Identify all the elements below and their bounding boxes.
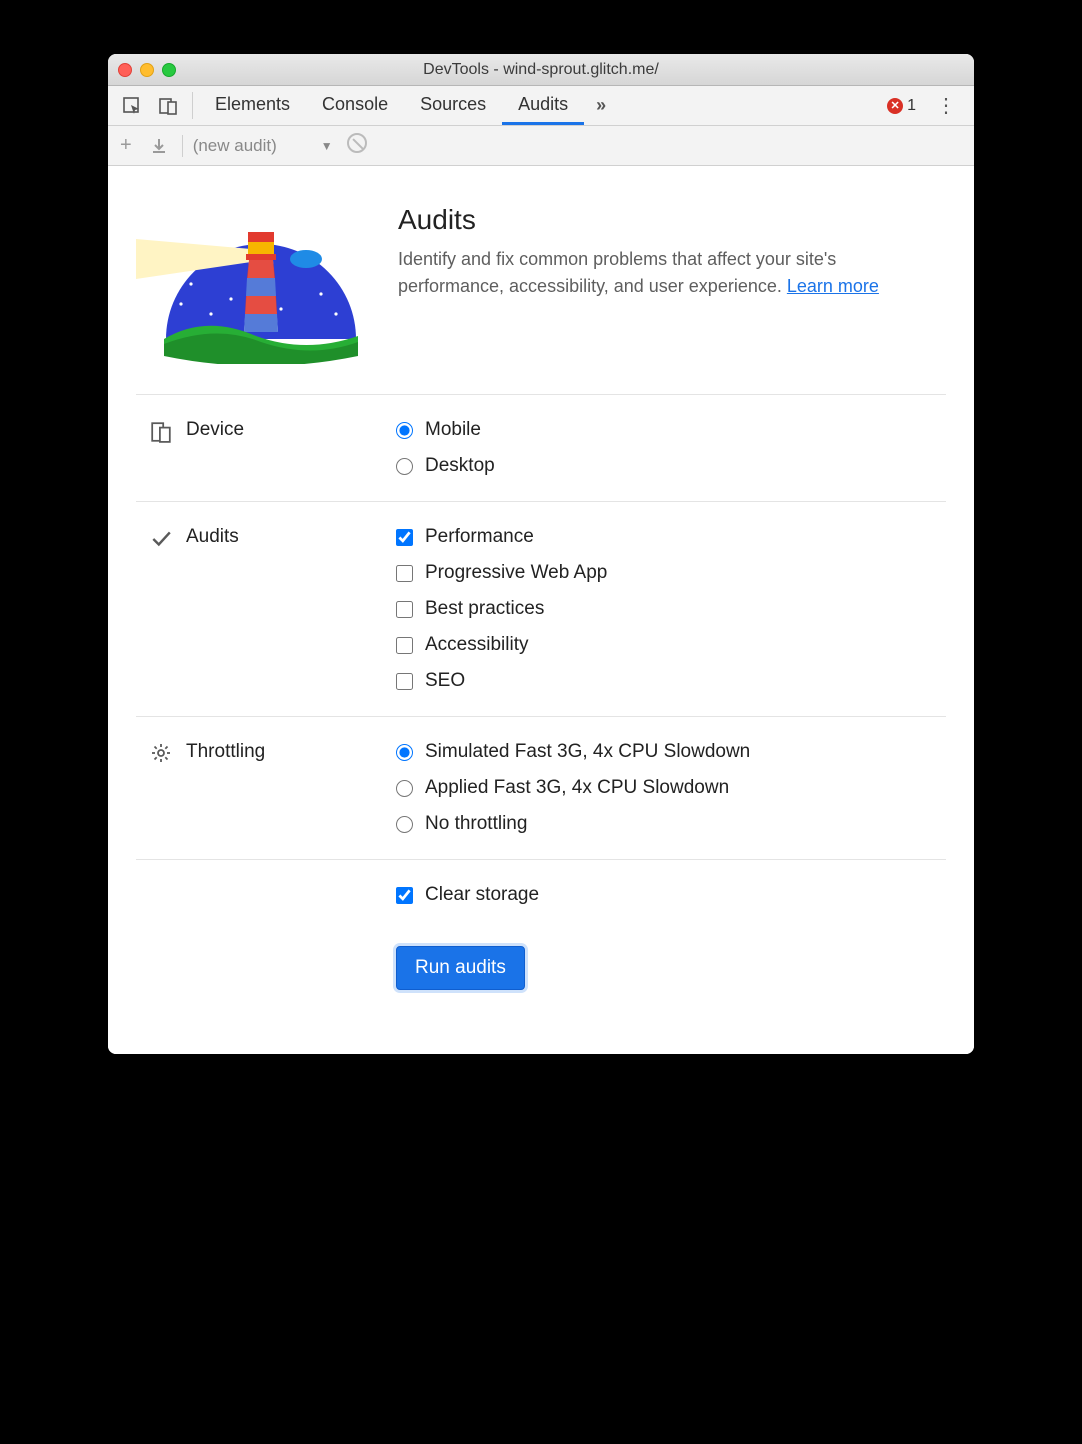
audits-label: Audits [186, 526, 239, 548]
throttling-option-none-label: No throttling [425, 813, 527, 835]
lighthouse-illustration [136, 204, 366, 364]
error-count: 1 [907, 97, 916, 115]
devtools-tabbar: Elements Console Sources Audits » ✕ 1 ⋮ [108, 86, 974, 126]
audit-option-accessibility[interactable]: Accessibility [396, 634, 946, 656]
audit-check-accessibility[interactable] [396, 637, 413, 654]
window-title: DevTools - wind-sprout.glitch.me/ [108, 61, 974, 79]
download-icon[interactable] [146, 137, 172, 155]
device-icon [150, 419, 172, 443]
tab-audits[interactable]: Audits [502, 86, 584, 125]
clear-storage-option[interactable]: Clear storage [396, 884, 946, 906]
page-title: Audits [398, 204, 946, 236]
maximize-button[interactable] [162, 63, 176, 77]
clear-icon[interactable] [343, 133, 371, 159]
section-device: Device Mobile Desktop [136, 394, 946, 501]
audit-selector-label: (new audit) [193, 136, 277, 156]
device-option-desktop[interactable]: Desktop [396, 455, 946, 477]
audit-option-accessibility-label: Accessibility [425, 634, 528, 656]
more-menu-icon[interactable]: ⋮ [924, 86, 968, 125]
throttling-option-simulated-label: Simulated Fast 3G, 4x CPU Slowdown [425, 741, 750, 763]
audit-check-pwa[interactable] [396, 565, 413, 582]
device-label: Device [186, 419, 244, 441]
throttling-option-applied[interactable]: Applied Fast 3G, 4x CPU Slowdown [396, 777, 946, 799]
check-icon [150, 526, 172, 550]
device-radio-mobile[interactable] [396, 422, 413, 439]
minimize-button[interactable] [140, 63, 154, 77]
throttling-radio-none[interactable] [396, 816, 413, 833]
section-audits: Audits Performance Progressive Web App B… [136, 501, 946, 716]
hero-text: Audits Identify and fix common problems … [398, 204, 946, 364]
throttling-label: Throttling [186, 741, 265, 763]
window-titlebar: DevTools - wind-sprout.glitch.me/ [108, 54, 974, 86]
run-audits-button[interactable]: Run audits [396, 946, 525, 990]
audit-check-performance[interactable] [396, 529, 413, 546]
audit-option-bestpractices[interactable]: Best practices [396, 598, 946, 620]
audit-option-performance[interactable]: Performance [396, 526, 946, 548]
devtools-window: DevTools - wind-sprout.glitch.me/ Elemen… [108, 54, 974, 1054]
gear-icon [150, 741, 172, 763]
chevron-down-icon: ▼ [321, 139, 333, 153]
clear-storage-checkbox[interactable] [396, 887, 413, 904]
audit-selector[interactable]: (new audit) ▼ [193, 136, 333, 156]
audit-check-seo[interactable] [396, 673, 413, 690]
throttling-radio-simulated[interactable] [396, 744, 413, 761]
tab-sources[interactable]: Sources [404, 86, 502, 125]
audit-check-bestpractices[interactable] [396, 601, 413, 618]
tabs-overflow[interactable]: » [584, 86, 618, 125]
device-option-desktop-label: Desktop [425, 455, 495, 477]
audit-option-bestpractices-label: Best practices [425, 598, 544, 620]
audits-panel: Audits Identify and fix common problems … [108, 166, 974, 1054]
tab-console[interactable]: Console [306, 86, 404, 125]
close-button[interactable] [118, 63, 132, 77]
section-footer: Clear storage Run audits [136, 859, 946, 1014]
tab-elements[interactable]: Elements [199, 86, 306, 125]
page-description: Identify and fix common problems that af… [398, 246, 946, 300]
audit-option-seo-label: SEO [425, 670, 465, 692]
throttling-option-applied-label: Applied Fast 3G, 4x CPU Slowdown [425, 777, 729, 799]
audit-option-pwa[interactable]: Progressive Web App [396, 562, 946, 584]
toolbar-divider [182, 135, 183, 157]
description-text: Identify and fix common problems that af… [398, 249, 836, 296]
panel-tabs: Elements Console Sources Audits [199, 86, 584, 125]
audit-option-seo[interactable]: SEO [396, 670, 946, 692]
inspect-icon[interactable] [114, 86, 150, 125]
device-radio-desktop[interactable] [396, 458, 413, 475]
learn-more-link[interactable]: Learn more [787, 276, 879, 296]
device-option-mobile[interactable]: Mobile [396, 419, 946, 441]
hero: Audits Identify and fix common problems … [136, 194, 946, 394]
audits-toolbar: + (new audit) ▼ [108, 126, 974, 166]
audit-option-performance-label: Performance [425, 526, 534, 548]
device-toggle-icon[interactable] [150, 86, 186, 125]
error-indicator[interactable]: ✕ 1 [879, 86, 924, 125]
tabbar-divider [192, 92, 193, 119]
section-throttling: Throttling Simulated Fast 3G, 4x CPU Slo… [136, 716, 946, 859]
throttling-radio-applied[interactable] [396, 780, 413, 797]
clear-storage-label: Clear storage [425, 884, 539, 906]
new-audit-icon[interactable]: + [116, 134, 136, 157]
device-option-mobile-label: Mobile [425, 419, 481, 441]
audit-option-pwa-label: Progressive Web App [425, 562, 607, 584]
throttling-option-simulated[interactable]: Simulated Fast 3G, 4x CPU Slowdown [396, 741, 946, 763]
throttling-option-none[interactable]: No throttling [396, 813, 946, 835]
traffic-lights [118, 63, 176, 77]
error-icon: ✕ [887, 98, 903, 114]
